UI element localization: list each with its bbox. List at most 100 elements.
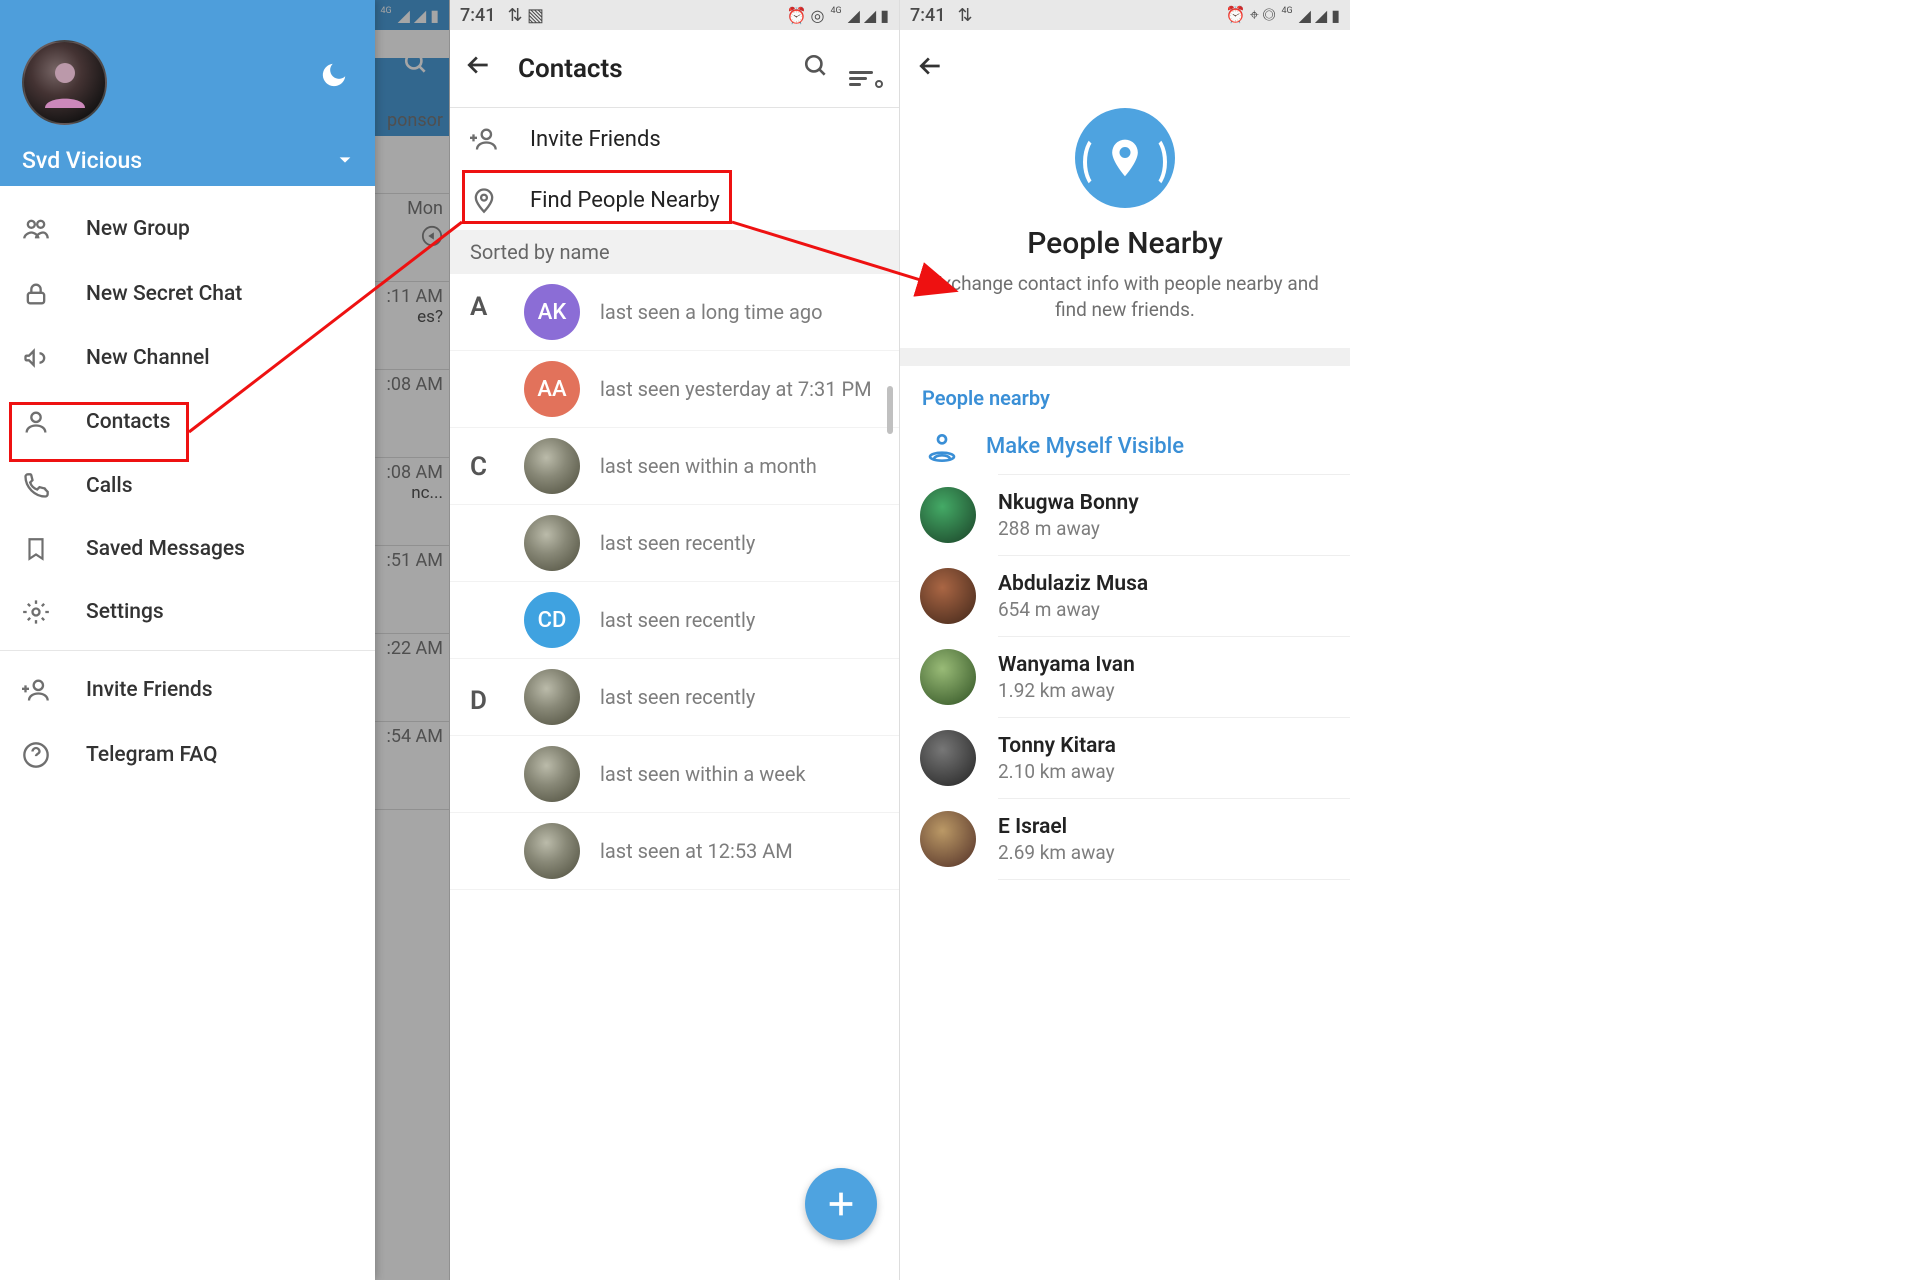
person-name: Nkugwa Bonny [998,491,1139,515]
invite-icon [470,124,498,154]
contact-avatar: AK [524,284,580,340]
contact-status: last seen yesterday at 7:31 PM [600,377,872,401]
screen-drawer: ⏰ ◎ 4G◢ ◢ ▮ ponsor Mon :11 AMes? :08 AM … [0,0,450,1280]
contact-list: ACDAKlast seen a long time agoAAlast see… [450,274,899,890]
menu-new-secret-chat[interactable]: New Secret Chat [0,262,375,326]
menu-calls[interactable]: Calls [0,454,375,518]
back-icon[interactable] [918,53,944,86]
contact-row[interactable]: last seen within a week [450,736,899,813]
lock-icon [22,280,50,308]
drawer-header: Svd Vicious [0,0,375,186]
help-icon [22,741,50,769]
person-name: Wanyama Ivan [998,653,1135,677]
person-name: E Israel [998,815,1115,839]
section-letter: D [470,686,487,716]
section-letter: A [470,292,487,322]
status-time: 7:41 [910,5,945,26]
search-icon[interactable] [793,53,839,85]
menu-label: Settings [86,600,164,624]
hero-title: People Nearby [920,226,1330,261]
screen-contacts: 7:41 ⇅ ▧ ⏰ ◎ 4G◢ ◢ ▮ Contacts Invite Fri… [450,0,900,1280]
menu-contacts[interactable]: Contacts [0,390,375,454]
menu-label: New Group [86,217,190,241]
contact-row[interactable]: last seen recently [450,505,899,582]
contact-status: last seen a long time ago [600,300,822,324]
action-label: Invite Friends [530,127,661,152]
menu-new-channel[interactable]: New Channel [0,326,375,390]
menu-label: Invite Friends [86,678,213,702]
night-mode-icon[interactable] [319,60,349,98]
visibility-icon [920,430,964,462]
scrollbar[interactable] [887,386,893,434]
location-icon [470,186,498,214]
sort-icon[interactable] [839,52,883,86]
nearby-person-row[interactable]: E Israel2.69 km away [900,799,1350,879]
find-people-nearby-row[interactable]: Find People Nearby [450,170,899,230]
status-bar: 7:41 ⇅ ▧ ⏰ ◎ 4G◢ ◢ ▮ [450,0,899,30]
contact-avatar: CD [524,592,580,648]
menu-label: New Channel [86,346,210,370]
contact-status: last seen at 12:53 AM [600,839,793,863]
person-name: Abdulaziz Musa [998,572,1148,596]
nearby-person-row[interactable]: Wanyama Ivan1.92 km away [900,637,1350,717]
invite-friends-row[interactable]: Invite Friends [450,108,899,170]
person-distance: 654 m away [998,598,1148,621]
menu-invite-friends[interactable]: Invite Friends [0,657,375,723]
contact-status: last seen within a month [600,454,817,478]
contact-status: last seen recently [600,608,755,632]
contact-avatar [524,746,580,802]
contact-avatar [524,823,580,879]
back-icon[interactable] [466,52,518,85]
new-contact-fab[interactable] [805,1168,877,1240]
hero-subtitle: Exchange contact info with people nearby… [920,271,1330,322]
invite-icon [22,675,50,705]
make-myself-visible-row[interactable]: Make Myself Visible [900,418,1350,474]
nearby-person-row[interactable]: Tonny Kitara2.10 km away [900,718,1350,798]
person-distance: 2.69 km away [998,841,1115,864]
person-avatar [920,730,976,786]
person-distance: 288 m away [998,517,1139,540]
person-distance: 1.92 km away [998,679,1135,702]
expand-account-icon[interactable] [337,152,353,172]
status-right-icons: ⏰ ⌖ ◎ 4G◢ ◢ ▮ [1226,5,1340,25]
contact-row[interactable]: last seen within a month [450,428,899,505]
person-avatar [920,568,976,624]
person-avatar [920,811,976,867]
user-avatar[interactable] [22,40,107,125]
contact-status: last seen recently [600,531,755,555]
status-left-icons: ⇅ ▧ [507,5,544,26]
nearby-person-row[interactable]: Nkugwa Bonny288 m away [900,475,1350,555]
contact-row[interactable]: AAlast seen yesterday at 7:31 PM [450,351,899,428]
contact-row[interactable]: last seen recently [450,659,899,736]
nearby-list: Nkugwa Bonny288 m awayAbdulaziz Musa654 … [900,475,1350,880]
drawer-menu: New Group New Secret Chat New Channel [0,186,375,787]
menu-new-group[interactable]: New Group [0,196,375,262]
gear-icon [22,598,50,626]
nearby-person-row[interactable]: Abdulaziz Musa654 m away [900,556,1350,636]
contact-row[interactable]: last seen at 12:53 AM [450,813,899,890]
contact-row[interactable]: CD last seen recently [450,582,899,659]
status-bar: 7:41 ⇅ ⏰ ⌖ ◎ 4G◢ ◢ ▮ [900,0,1350,30]
phone-icon [22,472,50,500]
menu-label: Telegram FAQ [86,743,217,767]
group-icon [22,214,50,244]
contact-avatar [524,438,580,494]
menu-label: Saved Messages [86,537,245,561]
menu-saved-messages[interactable]: Saved Messages [0,518,375,580]
section-letter: C [470,452,487,482]
menu-telegram-faq[interactable]: Telegram FAQ [0,723,375,787]
contact-status: last seen recently [600,685,755,709]
menu-label: Contacts [86,410,170,434]
status-left-icons: ⇅ [957,5,972,26]
status-time: 7:41 [460,5,495,26]
nearby-hero: People Nearby Exchange contact info with… [900,108,1350,348]
contact-row[interactable]: AK last seen a long time ago [450,274,899,351]
person-distance: 2.10 km away [998,760,1116,783]
contacts-appbar: Contacts [450,30,899,108]
menu-label: Calls [86,474,133,498]
nearby-appbar [900,30,1350,108]
menu-settings[interactable]: Settings [0,580,375,644]
contact-status: last seen within a week [600,762,806,786]
section-sorted-by: Sorted by name [450,230,899,274]
contact-avatar [524,515,580,571]
